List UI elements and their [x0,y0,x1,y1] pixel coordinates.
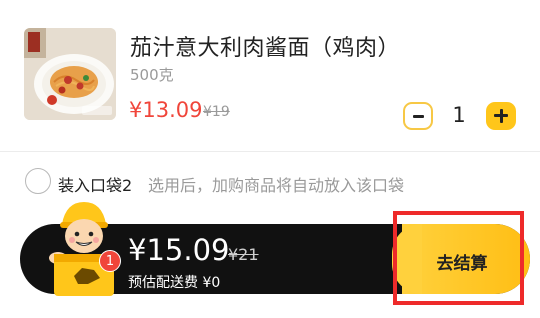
increase-quantity-button[interactable] [486,102,516,130]
product-row: 茄汁意大利肉酱面（鸡肉） 500克 ¥13.09 ¥19 1 [0,0,540,150]
product-name: 茄汁意大利肉酱面（鸡肉） [130,36,401,61]
minus-icon [413,115,424,118]
product-price: ¥13.09 [129,98,203,122]
total-original-price: ¥21 [228,245,259,264]
divider [0,151,540,152]
spaghetti-plate-icon [24,28,116,120]
product-original-price: ¥19 [203,104,230,120]
product-weight: 500克 [130,66,174,84]
cart-button[interactable] [44,198,122,298]
quantity-value: 1 [452,103,466,127]
total-price: ¥15.09 [128,233,230,267]
cart-count-badge: 1 [99,250,121,272]
decrease-quantity-button[interactable] [403,102,433,130]
product-image[interactable] [24,28,116,120]
bag-option-row: 装入口袋2 选用后，加购商品将自动放入该口袋 [0,162,540,202]
delivery-fee: 预估配送费 ¥0 [128,275,221,291]
bag-option-radio[interactable] [25,168,51,194]
delivery-rider-mascot-icon [49,202,119,296]
bag-option-hint: 选用后，加购商品将自动放入该口袋 [148,176,405,195]
highlight-box [393,211,524,305]
bag-option-label[interactable]: 装入口袋2 [58,172,132,196]
